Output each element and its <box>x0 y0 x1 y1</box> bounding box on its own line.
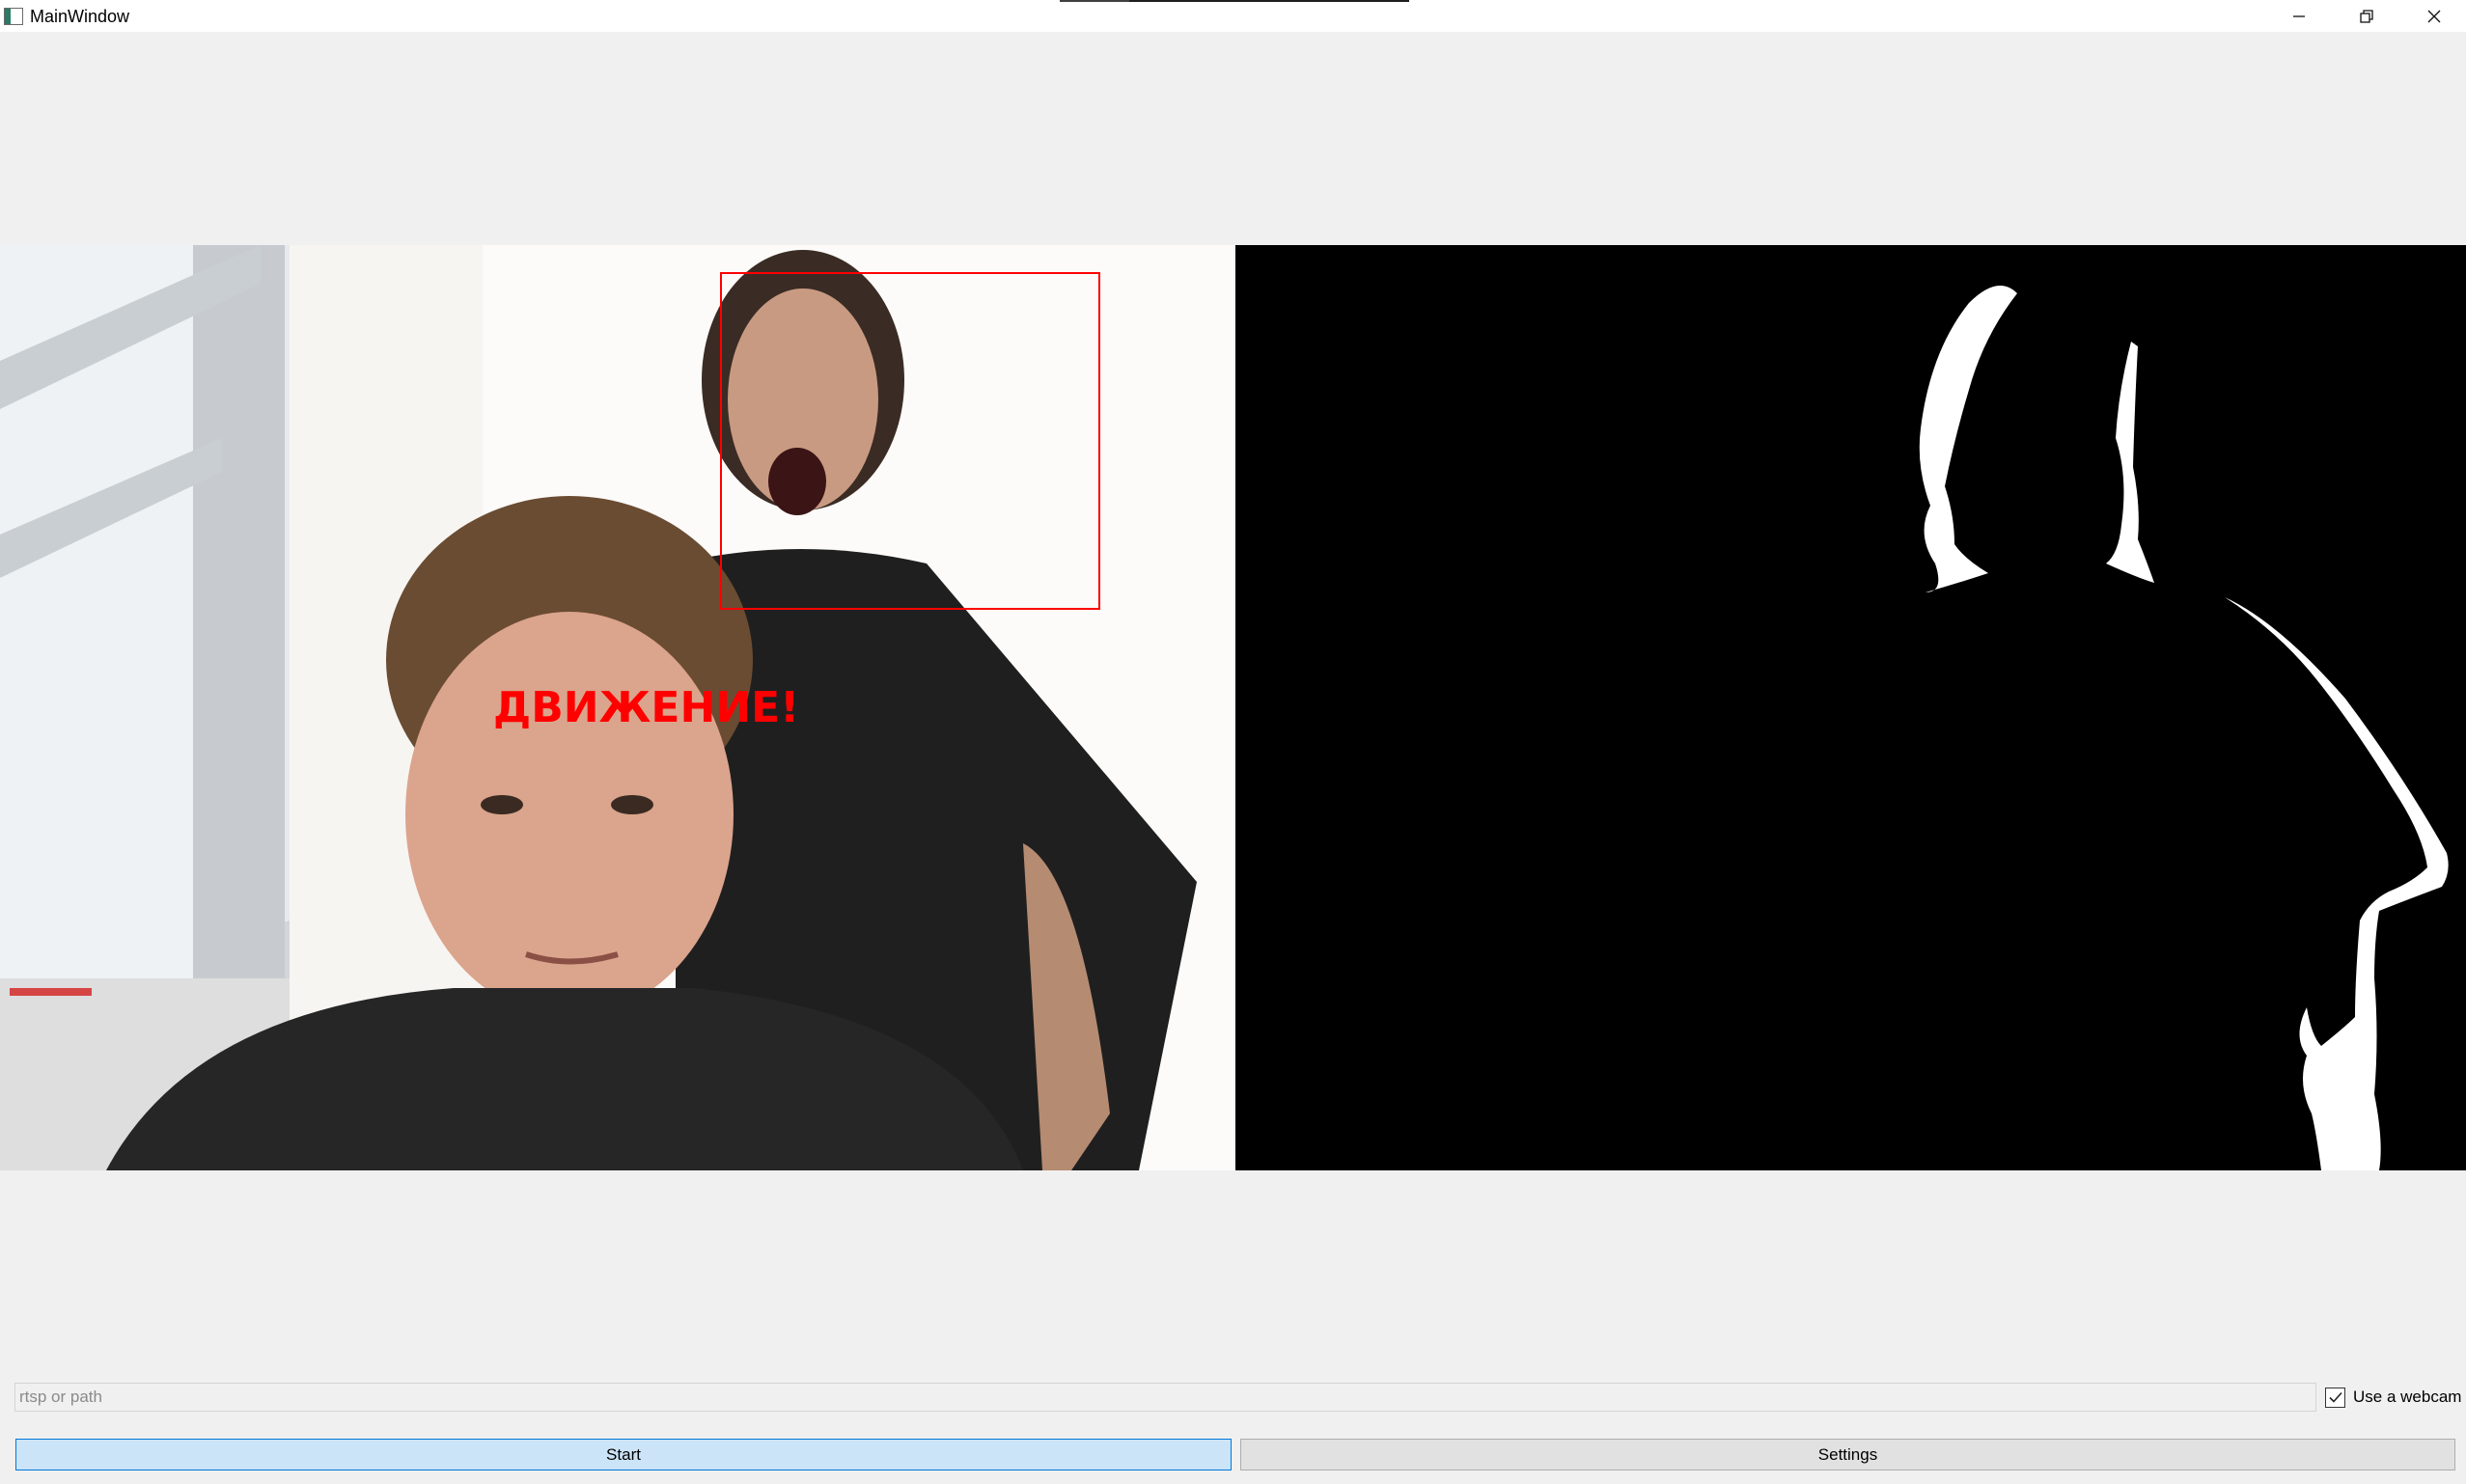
motion-detected-label: ДВИЖЕНИЕ! <box>493 683 800 732</box>
settings-button[interactable]: Settings <box>1240 1439 2455 1470</box>
restore-button[interactable] <box>2333 0 2400 32</box>
motion-mask-frame <box>1235 245 2466 1170</box>
motion-mask-image <box>1235 245 2466 1170</box>
camera-feed-frame: ДВИЖЕНИЕ! <box>0 245 1235 1170</box>
checkbox-box[interactable] <box>2325 1387 2345 1408</box>
source-path-input[interactable] <box>14 1383 2316 1412</box>
title-bar-indicator <box>1060 0 1129 2</box>
restore-icon <box>2360 9 2373 23</box>
window-title: MainWindow <box>30 7 130 26</box>
checkmark-icon <box>2328 1391 2342 1403</box>
minimize-icon <box>2293 14 2305 17</box>
close-icon <box>2427 10 2441 22</box>
use-webcam-checkbox[interactable]: Use a webcam <box>2325 1387 2461 1408</box>
title-bar: MainWindow <box>0 0 2466 32</box>
use-webcam-label: Use a webcam <box>2353 1388 2462 1406</box>
close-button[interactable] <box>2400 0 2466 32</box>
start-button[interactable]: Start <box>15 1439 1232 1470</box>
app-icon <box>4 8 23 25</box>
title-bar-indicator-track <box>1129 0 1409 2</box>
minimize-button[interactable] <box>2265 0 2333 32</box>
